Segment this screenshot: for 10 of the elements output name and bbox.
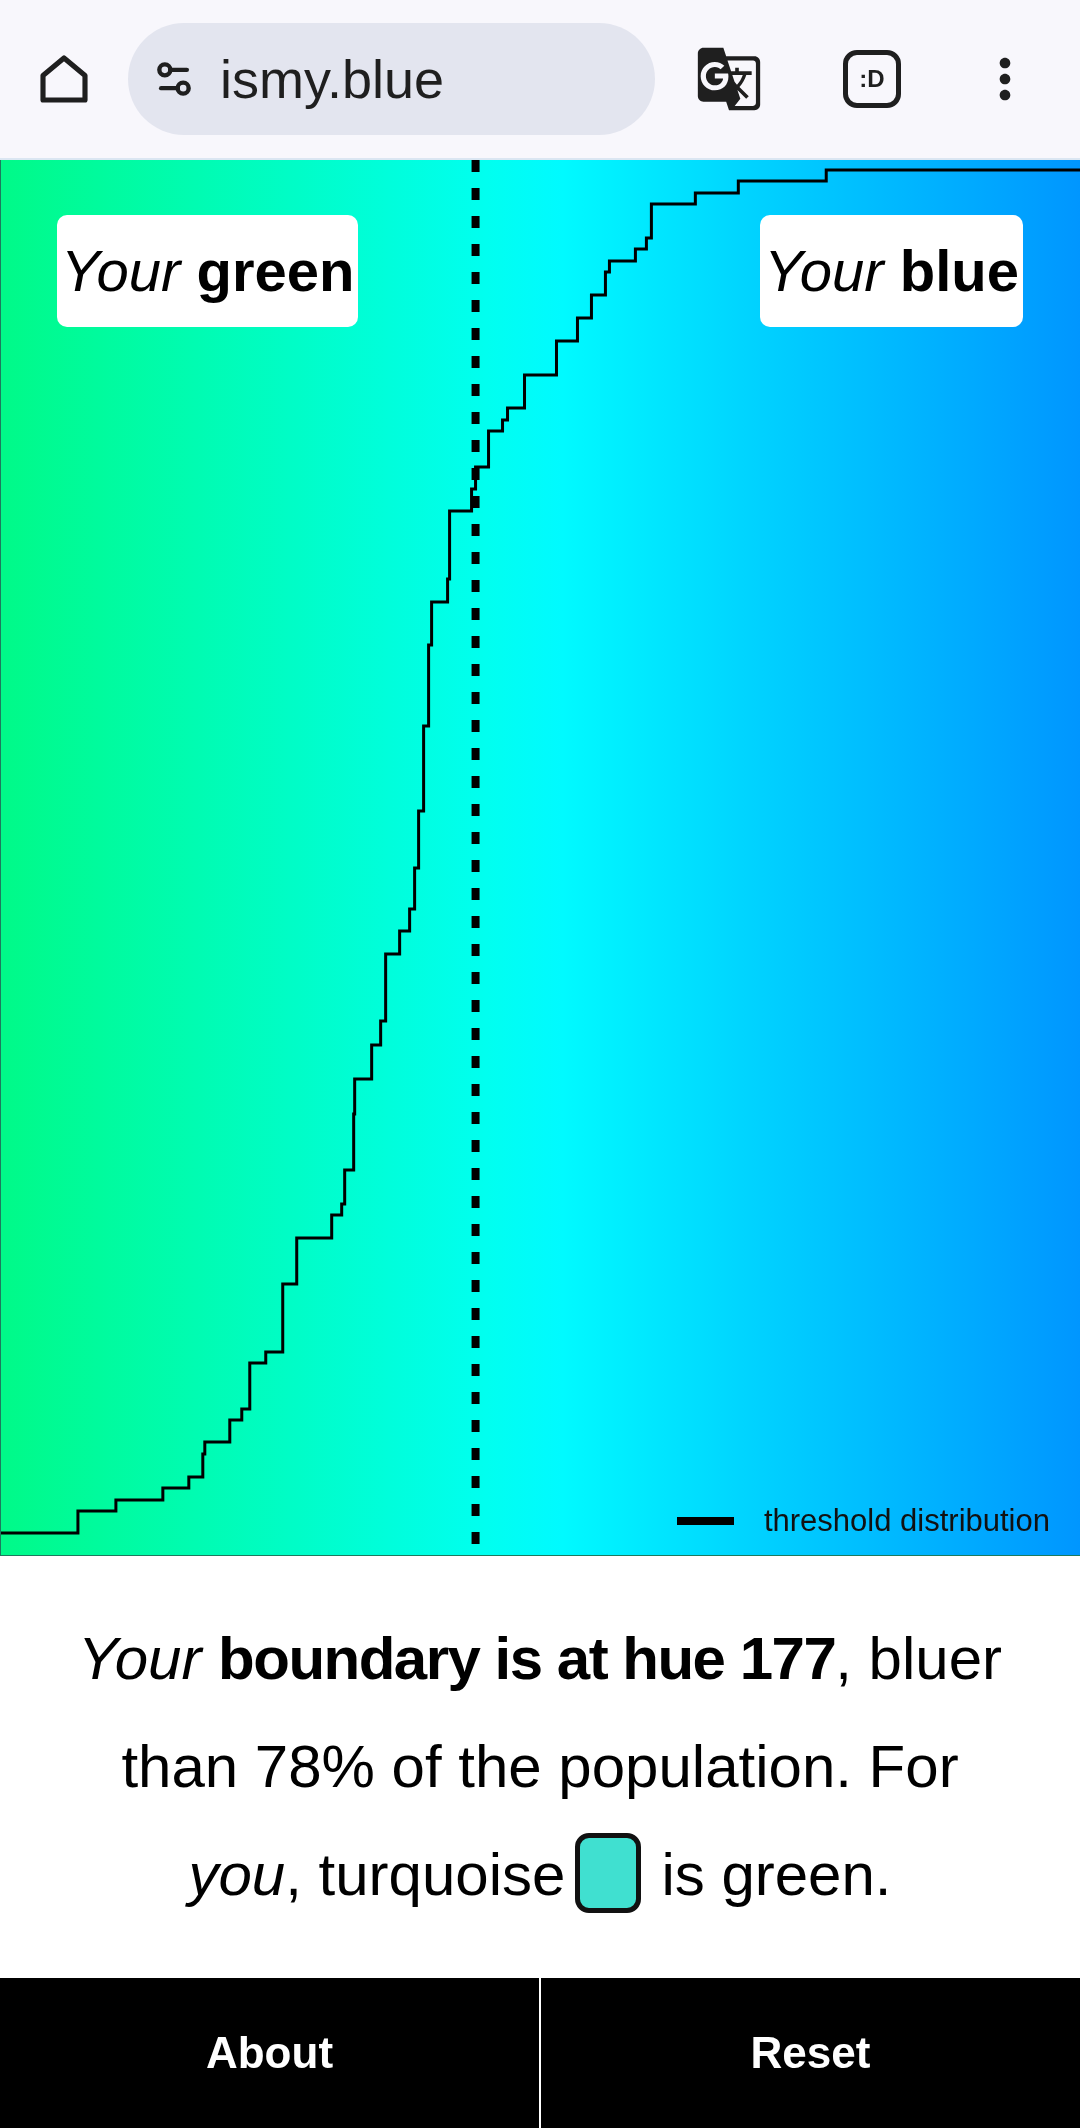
region-label: Your green	[57, 215, 359, 327]
url-text: ismy.blue	[220, 48, 445, 110]
action-button[interactable]: Reset	[541, 1978, 1080, 2128]
action-button[interactable]: About	[0, 1978, 539, 2128]
address-bar[interactable]: ismy.blue	[128, 23, 655, 135]
result-text: Your boundary is at hue 177, bluer than 78% of the population. For you, turquoise is green.	[67, 1605, 1013, 1929]
legend-text: threshold distribution	[763, 1503, 1050, 1539]
extension-button[interactable]: :D	[843, 50, 901, 108]
region-label: Your blue	[760, 215, 1023, 327]
translate-icon[interactable]	[695, 45, 763, 113]
